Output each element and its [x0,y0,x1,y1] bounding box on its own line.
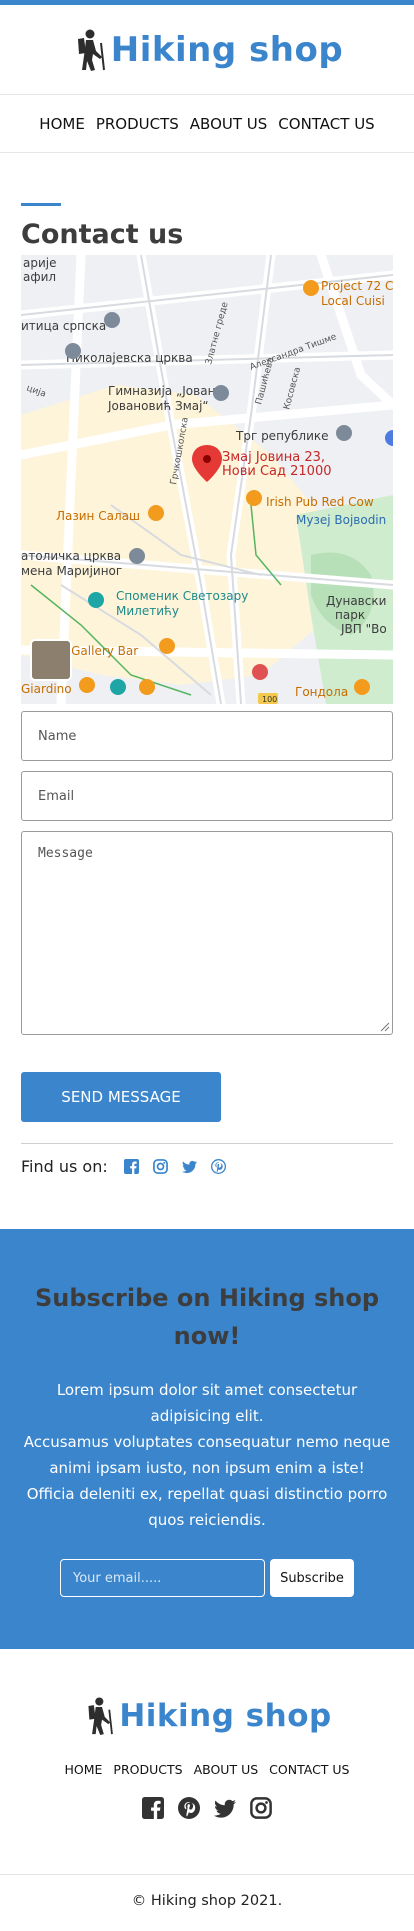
twitter-icon[interactable] [181,1159,197,1174]
footer-nav-home[interactable]: HOME [65,1762,103,1777]
instagram-icon[interactable] [152,1159,168,1174]
pinterest-icon[interactable] [178,1797,200,1819]
footer-social [0,1797,414,1819]
footer-brand-name: Hiking shop [119,1698,332,1734]
footer-nav-about[interactable]: ABOUT US [194,1762,259,1777]
map-label: 100 [262,695,277,704]
map-label: Project 72 C [321,279,393,293]
nav-contact[interactable]: CONTACT US [278,115,374,133]
map-canvas: арије афил итица српска Николајевска црк… [21,255,393,704]
map-label: Споменик Светозару [116,589,248,603]
hiker-icon [77,29,105,71]
map-label: Јовановић Змај“ [107,399,209,413]
subscribe-text-line: Officia deleniti ex, repellat quasi dist… [26,1485,388,1503]
map-address-line2: Нови Сад 21000 [222,464,332,479]
subscribe-title: Subscribe on Hiking shop now! [34,1284,380,1350]
map-label: парк [335,608,365,622]
map-label: Трг републике [235,429,329,443]
map-label: Giardino [21,682,72,696]
nav-about[interactable]: ABOUT US [190,115,268,133]
email-field[interactable] [21,771,393,821]
map-label: итица српска [21,319,106,333]
map-label: мена Маријиног [21,564,122,578]
find-us-label: Find us on: [21,1157,108,1176]
footer-nav: HOME PRODUCTS ABOUT US CONTACT US [0,1762,414,1777]
subscribe-text: Lorem ipsum dolor sit amet consectetur a… [20,1377,394,1533]
facebook-icon[interactable] [123,1159,139,1174]
message-textarea[interactable] [22,832,392,1034]
nav-products[interactable]: PRODUCTS [96,115,179,133]
name-input[interactable] [22,712,392,760]
map-label: Музеј Војвоdin [296,513,386,527]
hiker-icon [88,1697,114,1735]
subscribe-text-line: adipisicing elit. [150,1407,264,1425]
footer-logo[interactable]: Hiking shop [0,1697,414,1735]
site-header: Hiking shop [0,5,414,95]
copyright: © Hiking shop 2021. [131,1893,283,1909]
subscribe-email-input[interactable] [60,1559,265,1597]
brand-name: Hiking shop [110,29,344,70]
satellite-toggle-thumbnail[interactable] [30,639,72,681]
nav-home[interactable]: HOME [39,115,85,133]
name-field[interactable] [21,711,393,761]
subscribe-form: Subscribe [60,1559,354,1597]
map-label: ЈВП "Во [340,622,387,636]
subscribe-button[interactable]: Subscribe [270,1559,354,1597]
footer-nav-products[interactable]: PRODUCTS [113,1762,182,1777]
section-accent-line [21,203,61,206]
footer-nav-contact[interactable]: CONTACT US [269,1762,349,1777]
facebook-icon[interactable] [142,1797,164,1819]
message-field[interactable] [21,831,393,1035]
map-label: атоличка црква [21,549,121,563]
map-label: арије [23,256,57,270]
subscribe-section: Subscribe on Hiking shop now! Lorem ipsu… [0,1229,414,1649]
twitter-icon[interactable] [214,1797,236,1819]
resize-grip-icon[interactable] [378,1020,390,1032]
subscribe-text-line: Lorem ipsum dolor sit amet consectetur [56,1381,358,1399]
find-us-row: Find us on: [21,1157,226,1176]
pinterest-icon[interactable] [210,1159,226,1174]
email-input[interactable] [22,772,392,820]
map-label: афил [23,270,56,284]
main-nav: HOME PRODUCTS ABOUT US CONTACT US [0,96,414,153]
instagram-icon[interactable] [250,1797,272,1819]
subscribe-text-line: quos reiciendis. [148,1511,266,1529]
site-logo[interactable]: Hiking shop [71,29,343,71]
map-label: Милетићу [116,604,179,618]
send-message-button[interactable]: SEND MESSAGE [21,1072,221,1122]
map-address-line1: Змај Јовина 23, [222,450,325,465]
map-label: Local Cuisi [321,294,385,308]
footer-divider [0,1874,414,1875]
subscribe-text-line: animi ipsam iusto, non ipsum enim a iste… [49,1459,365,1477]
map-label: Гимназија „Јован [108,384,215,398]
map-label: Лазин Салаш [56,509,140,523]
map-label: Гондола [295,685,348,699]
map-label: Дунавски [326,594,386,608]
location-map[interactable]: арије афил итица српска Николајевска црк… [21,255,393,704]
map-label: Николајевска црква [66,351,193,365]
subscribe-text-line: Accusamus voluptates consequatur nemo ne… [23,1433,391,1451]
contact-title: Contact us [21,219,184,250]
map-label: Irish Pub Red Cow [266,495,374,509]
divider [21,1143,393,1144]
